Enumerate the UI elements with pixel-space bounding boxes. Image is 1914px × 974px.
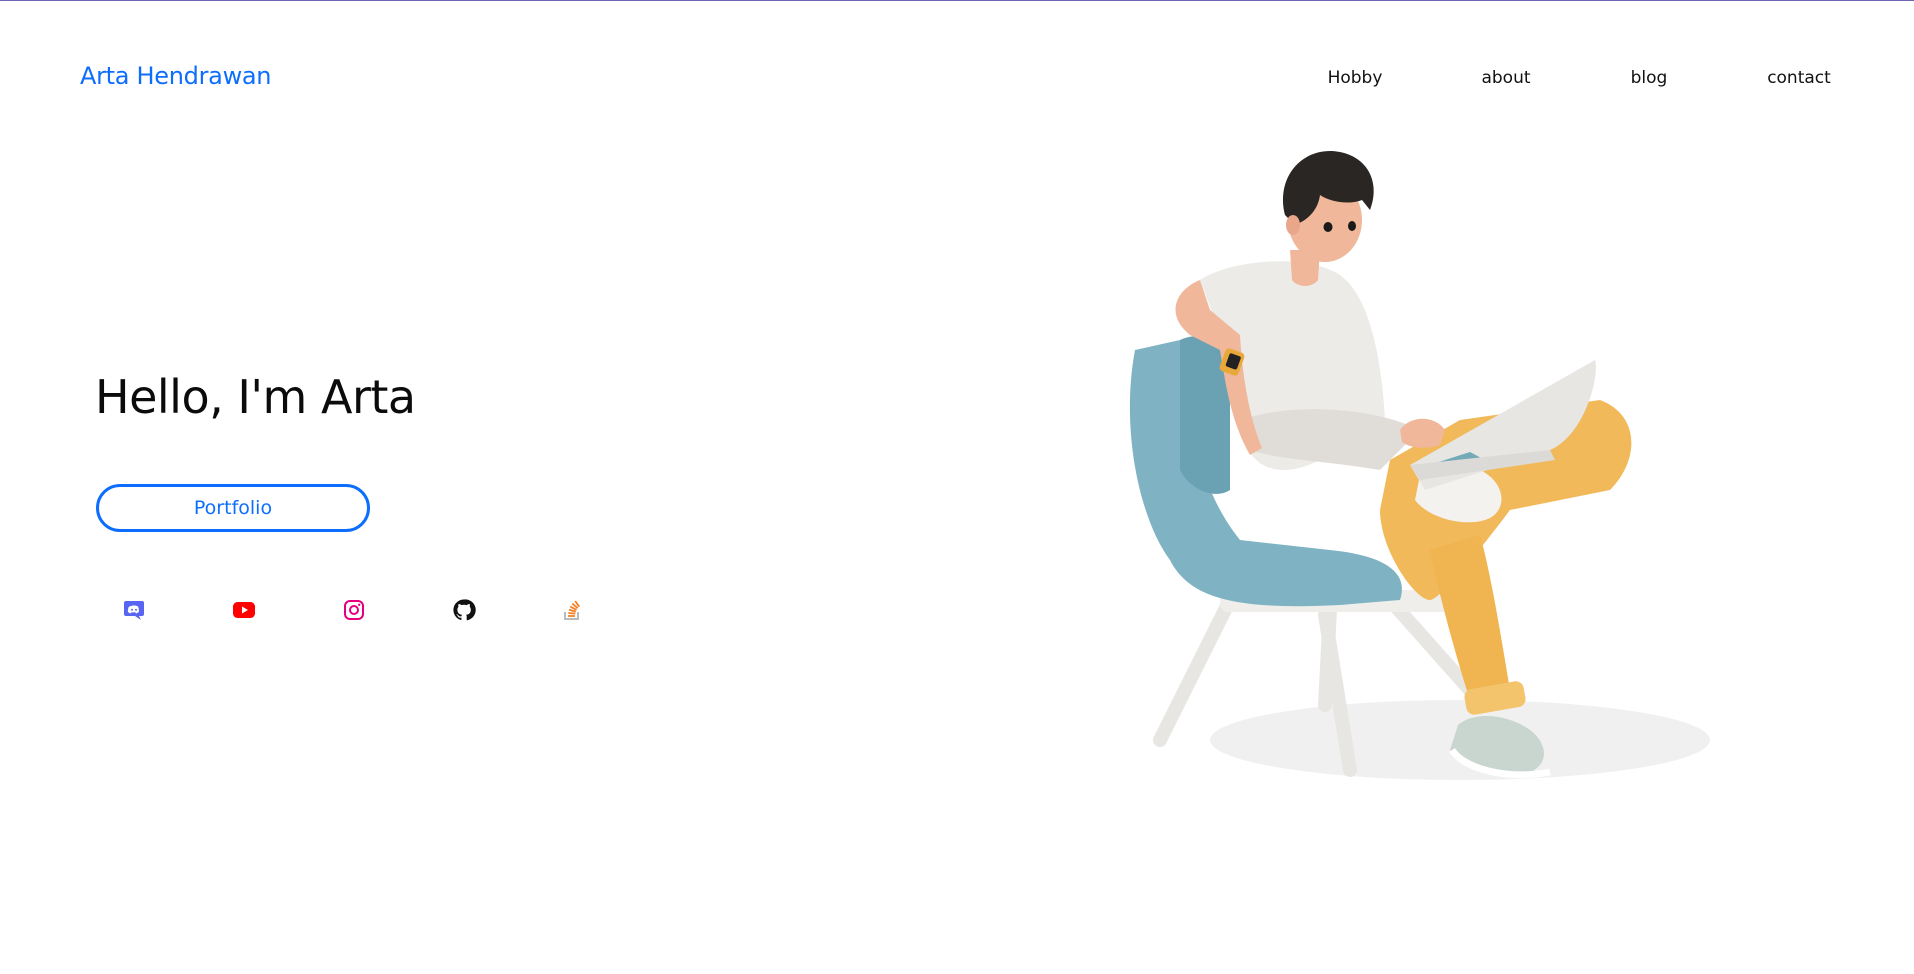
portfolio-button[interactable]: Portfolio (96, 484, 370, 532)
social-links (0, 598, 700, 626)
page: Arta Hendrawan Hobby about blog contact … (0, 0, 1914, 974)
nav-link-hobby[interactable]: Hobby (1328, 68, 1383, 88)
instagram-icon[interactable] (342, 598, 366, 622)
nav-link-about[interactable]: about (1481, 68, 1530, 88)
github-icon[interactable] (452, 598, 476, 622)
discord-icon[interactable] (122, 598, 146, 622)
nav-link-blog[interactable]: blog (1631, 68, 1668, 88)
youtube-icon[interactable] (232, 598, 256, 622)
nav-link-contact[interactable]: contact (1767, 68, 1831, 88)
hero-headline: Hello, I'm Arta (95, 370, 416, 424)
main-nav: Hobby about blog contact (0, 68, 1914, 92)
top-border (0, 0, 1914, 1)
person-on-chair-with-laptop-illustration (1129, 150, 1710, 780)
stackoverflow-icon[interactable] (560, 598, 584, 622)
